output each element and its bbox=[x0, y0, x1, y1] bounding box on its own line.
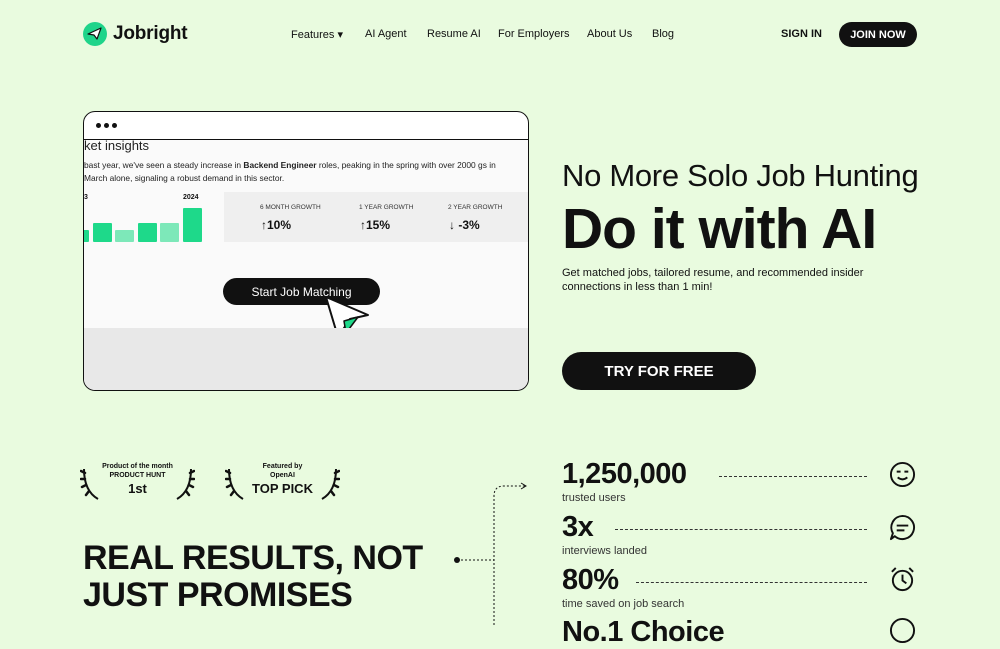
badge-rank: 1st bbox=[128, 481, 147, 496]
stat-time-saved-value: 80% bbox=[562, 564, 619, 596]
growth-bar bbox=[92, 223, 112, 242]
join-now-button[interactable]: JOIN NOW bbox=[839, 22, 917, 47]
alarm-clock-icon bbox=[891, 567, 914, 592]
stat-dashed-line bbox=[615, 529, 867, 530]
window-titlebar bbox=[84, 112, 528, 140]
badge-line1: Product of the month bbox=[102, 463, 173, 470]
market-insights-text: bast year, we've seen a steady increase … bbox=[84, 160, 496, 183]
hero-subtitle: No More Solo Job Hunting bbox=[562, 158, 919, 193]
laurel-left-icon bbox=[80, 468, 99, 500]
badge-line2: OpenAI bbox=[270, 471, 295, 479]
smile-icon bbox=[889, 461, 916, 488]
stat-users-label: trusted users bbox=[562, 492, 626, 504]
try-for-free-button[interactable]: TRY FOR FREE bbox=[562, 352, 756, 390]
logo-bird-icon bbox=[83, 22, 107, 46]
nav-resume-ai[interactable]: Resume AI bbox=[427, 28, 481, 40]
growth-stats-panel: 6 MONTH GROWTH ↑10% 1 YEAR GROWTH ↑15% 2… bbox=[224, 192, 528, 242]
year-label-start: 3 bbox=[84, 194, 88, 201]
window-dot-icon bbox=[96, 123, 101, 128]
nav-for-employers[interactable]: For Employers bbox=[498, 28, 570, 40]
nav-about-us[interactable]: About Us bbox=[587, 28, 632, 40]
growth-bar bbox=[115, 230, 134, 242]
logo-text: Jobright bbox=[113, 23, 188, 44]
results-heading: REAL RESULTS, NOT JUST PROMISES bbox=[83, 539, 423, 614]
preview-body: ket insights bast year, we've seen a ste… bbox=[84, 138, 528, 338]
jobright-logo[interactable]: Jobright bbox=[83, 22, 188, 46]
badge-rank: TOP PICK bbox=[252, 481, 313, 496]
stat-label: 6 MONTH GROWTH bbox=[260, 204, 321, 211]
stat-value: ↓ -3% bbox=[449, 218, 480, 232]
stat-dashed-line bbox=[719, 476, 867, 477]
stat-value: ↑10% bbox=[261, 218, 292, 232]
stat-value: ↑15% bbox=[360, 218, 391, 232]
year-label-end: 2024 bbox=[183, 194, 199, 201]
stat-interviews-value: 3x bbox=[562, 511, 594, 543]
nav-features[interactable]: Features ▾ bbox=[291, 28, 343, 41]
growth-bar bbox=[84, 230, 89, 242]
growth-bar bbox=[160, 223, 179, 242]
hero-title: Do it with AI bbox=[562, 197, 877, 261]
product-preview-window: ket insights bast year, we've seen a ste… bbox=[83, 111, 529, 391]
stat-label: 2 YEAR GROWTH bbox=[448, 204, 503, 211]
product-hunt-badge: Product of the month PRODUCT HUNT 1st bbox=[80, 463, 195, 500]
stat-label: 1 YEAR GROWTH bbox=[359, 204, 414, 211]
chat-icon bbox=[889, 514, 915, 541]
stat-time-saved-label: time saved on job search bbox=[562, 598, 685, 610]
market-insights-title: ket insights bbox=[84, 138, 150, 153]
window-dot-icon bbox=[104, 123, 109, 128]
hero-description: Get matched jobs, tailored resume, and r… bbox=[562, 267, 864, 293]
stat-interviews-label: interviews landed bbox=[562, 545, 647, 557]
preview-footer bbox=[84, 328, 528, 390]
connector-lines bbox=[454, 482, 527, 625]
growth-bar bbox=[182, 208, 202, 242]
sign-in-link[interactable]: SIGN IN bbox=[781, 28, 822, 40]
nav-ai-agent[interactable]: AI Agent bbox=[365, 28, 407, 40]
badge-line2: PRODUCT HUNT bbox=[109, 471, 166, 479]
badge-line1: Featured by bbox=[262, 463, 303, 470]
laurel-left-icon bbox=[225, 468, 244, 500]
circle-icon bbox=[889, 617, 916, 644]
nav-blog[interactable]: Blog bbox=[652, 28, 674, 40]
stat-choice-value: No.1 Choice bbox=[562, 616, 725, 648]
growth-bar bbox=[137, 223, 157, 242]
stat-users-value: 1,250,000 bbox=[562, 458, 687, 490]
window-dot-icon bbox=[112, 123, 117, 128]
stat-dashed-line bbox=[636, 582, 867, 583]
openai-badge: Featured by OpenAI TOP PICK bbox=[225, 463, 340, 500]
laurel-right-icon bbox=[321, 468, 340, 500]
laurel-right-icon bbox=[176, 468, 195, 500]
